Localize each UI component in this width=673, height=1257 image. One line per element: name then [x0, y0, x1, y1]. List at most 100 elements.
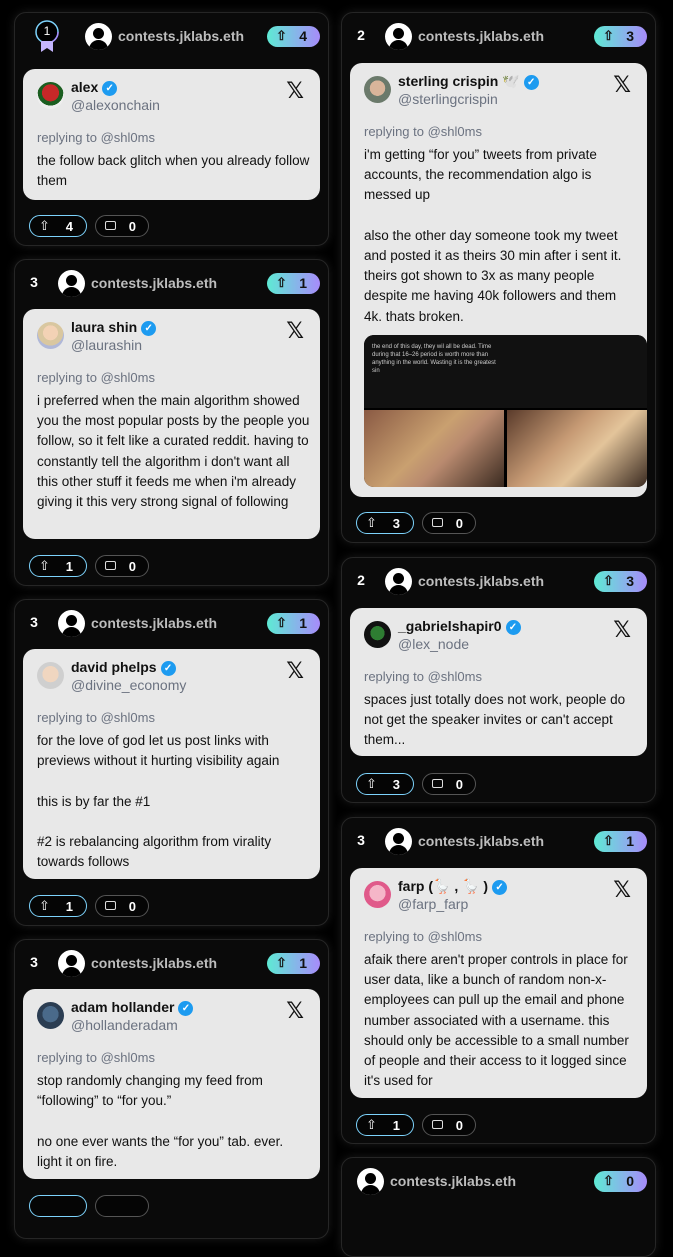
comment-button[interactable]: 0: [95, 555, 149, 577]
author-name[interactable]: _gabrielshapir0 ✓: [398, 618, 521, 635]
submission-card[interactable]: 2 contests.jklabs.eth ⇧ 3 sterling crisp…: [341, 12, 656, 543]
score-badge[interactable]: ⇧ 1: [594, 831, 647, 852]
verified-icon: ✓: [492, 880, 508, 895]
score-badge[interactable]: ⇧ 1: [267, 613, 320, 634]
reply-context: replying to @shl0ms: [364, 669, 482, 684]
comment-button[interactable]: [95, 1195, 149, 1217]
submission-card[interactable]: 2 contests.jklabs.eth ⇧ 3 _gabrielshapir…: [341, 557, 656, 803]
author-handle[interactable]: @divine_economy: [71, 677, 186, 693]
upvote-button[interactable]: ⇧ 1: [29, 555, 87, 577]
rank-number: 2: [357, 572, 365, 588]
reply-context: replying to @shl0ms: [37, 130, 155, 145]
site-name[interactable]: contests.jklabs.eth: [91, 275, 217, 291]
tweet-embed[interactable]: _gabrielshapir0 ✓ @lex_node 𝕏 replying to…: [350, 608, 647, 756]
site-name[interactable]: contests.jklabs.eth: [418, 28, 544, 44]
author-name[interactable]: farp (🪿 , 🪿 ) ✓: [398, 878, 508, 895]
author-handle[interactable]: @laurashin: [71, 337, 142, 353]
comment-button[interactable]: 0: [422, 1114, 476, 1136]
tweet-embed[interactable]: david phelps ✓ @divine_economy 𝕏 replying…: [23, 649, 320, 879]
comment-button[interactable]: 0: [95, 215, 149, 237]
media-photo-right: [507, 410, 647, 487]
comment-count: 0: [128, 899, 136, 914]
upvote-button[interactable]: ⇧ 3: [356, 773, 414, 795]
site-name[interactable]: contests.jklabs.eth: [418, 573, 544, 589]
upvote-button[interactable]: ⇧ 1: [29, 895, 87, 917]
submission-card[interactable]: 3 contests.jklabs.eth ⇧ 1 farp (🪿 , 🪿 ) ✓…: [341, 817, 656, 1144]
x-logo-icon[interactable]: 𝕏: [613, 618, 631, 643]
upvote-icon: ⇧: [603, 1173, 614, 1188]
upvote-button[interactable]: ⇧ 4: [29, 215, 87, 237]
site-name[interactable]: contests.jklabs.eth: [118, 28, 244, 44]
upvote-button[interactable]: [29, 1195, 87, 1217]
x-logo-icon[interactable]: 𝕏: [286, 999, 304, 1024]
x-logo-icon[interactable]: 𝕏: [286, 79, 304, 104]
comment-button[interactable]: 0: [95, 895, 149, 917]
author-name[interactable]: alex ✓: [71, 79, 118, 96]
site-name[interactable]: contests.jklabs.eth: [91, 955, 217, 971]
comment-button[interactable]: 0: [422, 512, 476, 534]
upvote-button[interactable]: ⇧ 1: [356, 1114, 414, 1136]
site-name[interactable]: contests.jklabs.eth: [91, 615, 217, 631]
x-logo-icon[interactable]: 𝕏: [286, 319, 304, 344]
contest-avatar-icon: [357, 1168, 384, 1195]
tweet-embed[interactable]: adam hollander ✓ @hollanderadam 𝕏 replyin…: [23, 989, 320, 1179]
tweet-text-content: the follow back glitch when you already …: [37, 153, 310, 189]
score-badge[interactable]: ⇧ 1: [267, 273, 320, 294]
submission-card[interactable]: 3 contests.jklabs.eth ⇧ 1 david phelps ✓ …: [14, 599, 329, 926]
x-logo-icon[interactable]: 𝕏: [286, 659, 304, 684]
author-handle[interactable]: @hollanderadam: [71, 1017, 178, 1033]
upvote-icon: ⇧: [603, 573, 614, 588]
author-name[interactable]: sterling crispin 🕊️ ✓: [398, 73, 539, 90]
comment-icon: [105, 901, 116, 910]
tweet-embed[interactable]: sterling crispin 🕊️ ✓ @sterlingcrispin 𝕏 …: [350, 63, 647, 497]
author-name[interactable]: laura shin ✓: [71, 319, 157, 336]
score-badge[interactable]: ⇧ 1: [267, 953, 320, 974]
author-handle[interactable]: @alexonchain: [71, 97, 160, 113]
author-name-text: farp (🪿 , 🪿 ): [398, 878, 489, 894]
tweet-text: spaces just totally does not work, peopl…: [364, 690, 637, 751]
comment-icon: [432, 779, 443, 788]
score-badge[interactable]: ⇧ 0: [594, 1171, 647, 1192]
site-name[interactable]: contests.jklabs.eth: [418, 833, 544, 849]
avatar: [37, 662, 64, 689]
score-badge[interactable]: ⇧ 4: [267, 26, 320, 47]
author-handle[interactable]: @sterlingcrispin: [398, 91, 498, 107]
comment-count: 0: [455, 516, 463, 531]
upvote-icon: ⇧: [276, 955, 287, 970]
submission-card[interactable]: 1 contests.jklabs.eth ⇧ 4 alex ✓ @alexonc…: [14, 12, 329, 246]
avatar: [37, 82, 64, 109]
card-header: 2 contests.jklabs.eth ⇧ 3: [342, 13, 655, 59]
card-header: contests.jklabs.eth ⇧ 0: [342, 1158, 655, 1204]
tweet-embed[interactable]: alex ✓ @alexonchain 𝕏 replying to @shl0ms…: [23, 69, 320, 200]
score-badge[interactable]: ⇧ 3: [594, 26, 647, 47]
tweet-text-content: i preferred when the main algorithm show…: [37, 393, 310, 510]
tweet-text: i'm getting “for you” tweets from privat…: [364, 145, 637, 327]
tweet-embed[interactable]: farp (🪿 , 🪿 ) ✓ @farp_farp 𝕏 replying to …: [350, 868, 647, 1098]
reply-context: replying to @shl0ms: [37, 710, 155, 725]
avatar: [364, 881, 391, 908]
score-count: 1: [626, 833, 634, 849]
comment-button[interactable]: 0: [422, 773, 476, 795]
contest-avatar-icon: [58, 610, 85, 637]
rank-number: 3: [30, 954, 38, 970]
submission-card[interactable]: contests.jklabs.eth ⇧ 0: [341, 1157, 656, 1257]
submission-card[interactable]: 3 contests.jklabs.eth ⇧ 1 laura shin ✓ @l…: [14, 259, 329, 586]
author-handle[interactable]: @farp_farp: [398, 896, 468, 912]
author-name[interactable]: adam hollander ✓: [71, 999, 194, 1016]
upvote-icon: ⇧: [603, 28, 614, 43]
comment-count: 0: [128, 559, 136, 574]
score-badge[interactable]: ⇧ 3: [594, 571, 647, 592]
media-photo-left: [364, 410, 504, 487]
x-logo-icon[interactable]: 𝕏: [613, 73, 631, 98]
site-name[interactable]: contests.jklabs.eth: [390, 1173, 516, 1189]
tweet-media-image[interactable]: the end of this day, they wil all be dea…: [364, 335, 647, 487]
author-handle[interactable]: @lex_node: [398, 636, 469, 652]
tweet-embed[interactable]: laura shin ✓ @laurashin 𝕏 replying to @sh…: [23, 309, 320, 539]
x-logo-icon[interactable]: 𝕏: [613, 878, 631, 903]
score-count: 1: [299, 955, 307, 971]
submission-card[interactable]: 3 contests.jklabs.eth ⇧ 1 adam hollander…: [14, 939, 329, 1239]
author-name[interactable]: david phelps ✓: [71, 659, 176, 676]
rank-number: 2: [357, 27, 365, 43]
avatar: [364, 76, 391, 103]
upvote-button[interactable]: ⇧ 3: [356, 512, 414, 534]
